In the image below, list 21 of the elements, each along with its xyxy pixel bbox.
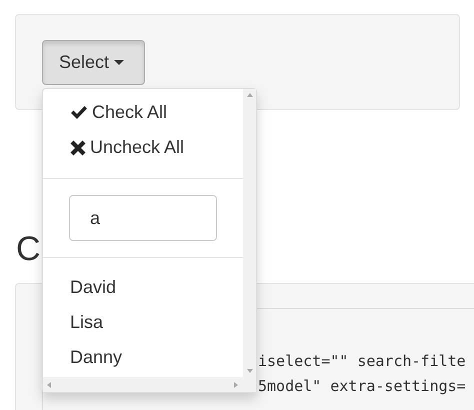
option-item[interactable]: Danny — [43, 340, 243, 375]
code-line: iselect="" search-filte — [258, 351, 467, 372]
vertical-scrollbar[interactable] — [243, 89, 256, 377]
menu-item[interactable]: Check All — [43, 95, 243, 130]
option-item[interactable]: Lisa — [43, 305, 243, 340]
check-icon — [70, 105, 88, 120]
menu-item-label: Uncheck All — [90, 137, 184, 158]
option-item[interactable]: David — [43, 270, 243, 305]
menu-item[interactable]: Uncheck All — [43, 130, 243, 165]
section-heading: C — [16, 230, 42, 268]
right-arrow-icon[interactable] — [234, 382, 238, 388]
select-button[interactable]: Select — [42, 40, 145, 85]
code-line: 5model" extra-settings= — [258, 376, 467, 397]
menu-item-label: Check All — [92, 102, 168, 123]
close-icon — [70, 140, 86, 156]
left-arrow-icon[interactable] — [47, 382, 51, 388]
search-field[interactable]: a — [69, 195, 217, 241]
up-arrow-icon[interactable] — [246, 93, 252, 97]
down-arrow-icon[interactable] — [246, 369, 252, 373]
horizontal-scrollbar[interactable] — [43, 377, 256, 392]
caret-icon — [114, 60, 124, 65]
